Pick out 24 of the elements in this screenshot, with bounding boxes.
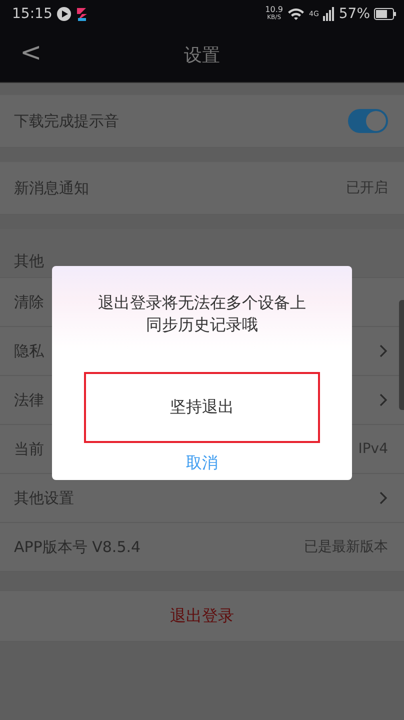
row-label: 当前: [14, 440, 44, 458]
wifi-icon: [286, 7, 305, 21]
settings-row[interactable]: 下载完成提示音: [0, 95, 404, 148]
logout-button[interactable]: 退出登录: [0, 590, 404, 642]
speed-value: 10.9: [265, 6, 283, 14]
play-icon: [56, 6, 72, 22]
dialog-message: 退出登录将无法在多个设备上同步历史记录哦: [97, 292, 307, 336]
battery-icon: [374, 8, 396, 20]
back-button[interactable]: <: [0, 38, 56, 72]
app-icon: [76, 6, 88, 22]
toggle-switch[interactable]: [348, 109, 388, 133]
battery-percent: 57%: [338, 6, 370, 22]
row-label: 隐私: [14, 342, 44, 360]
row-label: 其他设置: [14, 488, 74, 508]
confirm-button[interactable]: 坚持退出: [84, 372, 320, 443]
row-label: APP版本号 V8.5.4: [14, 538, 141, 556]
status-time: 15:15: [12, 6, 52, 22]
row-label: 法律: [14, 390, 44, 410]
row-label: 新消息通知: [14, 178, 89, 198]
row-label: 清除: [14, 292, 44, 312]
signal-icon: [322, 7, 335, 21]
settings-row[interactable]: 其他设置: [0, 474, 404, 523]
page-title: 设置: [184, 44, 220, 67]
row-label: 下载完成提示音: [14, 112, 119, 130]
